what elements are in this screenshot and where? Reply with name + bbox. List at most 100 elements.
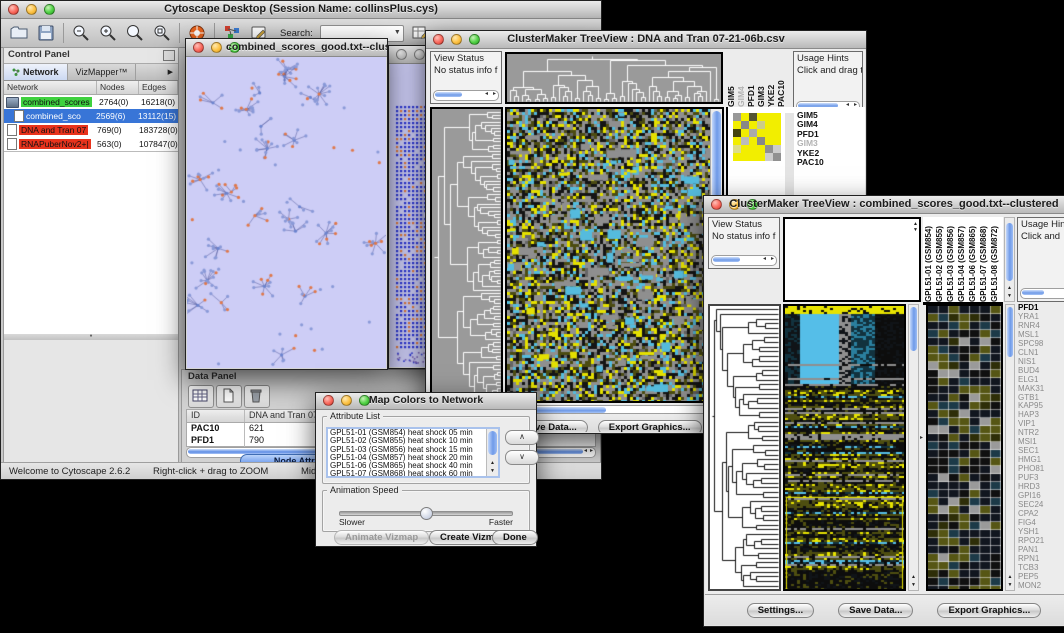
speed-slider[interactable] [339, 511, 513, 516]
network-icon [12, 68, 20, 76]
zoom-in-icon[interactable] [98, 23, 118, 43]
array-label[interactable]: GIM3 [756, 51, 766, 107]
similarity-cell [741, 121, 749, 129]
main-window-title: Cytoscape Desktop (Session Name: collins… [1, 3, 601, 15]
array-label[interactable]: GIM5 [726, 51, 736, 107]
attribute-list-item[interactable]: GPL51-07 (GSM868) heat shock 60 min [328, 470, 498, 478]
panel-hscrollbar[interactable]: ◂▸ [711, 255, 777, 266]
treeview-action-button[interactable]: Save Data... [838, 603, 913, 618]
similarity-cell [733, 137, 741, 145]
titlebar[interactable]: ClusterMaker TreeView : combined_scores_… [704, 196, 1064, 214]
similarity-cell [773, 153, 781, 161]
chevron-down-icon[interactable]: ▼ [394, 29, 401, 36]
list-vscrollbar[interactable]: ▲▼ [486, 429, 498, 476]
splitter-arrow-icon[interactable]: ▸ [920, 434, 923, 441]
zoom-fit-icon[interactable] [152, 23, 172, 43]
array-label[interactable]: PFD1 [746, 51, 756, 107]
close-button[interactable] [396, 49, 407, 60]
tab-network[interactable]: Network [4, 64, 68, 80]
tab-overflow-button[interactable]: ▶ [163, 64, 178, 80]
titlebar[interactable]: ClusterMaker TreeView : DNA and Tran 07-… [426, 31, 866, 49]
tab-vizmapper[interactable]: VizMapper™ [68, 64, 137, 80]
zoom-heatmap-canvas[interactable] [928, 306, 1001, 589]
control-panel-tabs: Network VizMapper™ ▶ [4, 63, 178, 81]
treeview-window-combined: ClusterMaker TreeView : combined_scores_… [703, 195, 1064, 627]
similarity-cell [757, 113, 765, 121]
matrix-scroll-track[interactable] [785, 113, 794, 203]
network-row[interactable]: combined_scores 2764(0) 16218(0) [4, 95, 178, 109]
slider-thumb[interactable] [420, 507, 433, 520]
move-down-button[interactable]: ∨ [505, 450, 539, 465]
close-button[interactable] [193, 42, 204, 53]
done-button[interactable]: Done [492, 530, 538, 545]
treeview-action-button[interactable]: Settings... [747, 603, 814, 618]
gene-label[interactable]: PAC10 [797, 158, 824, 167]
column-dendrogram-pane[interactable] [505, 52, 723, 104]
heatmap-pane[interactable]: ▲▼ [505, 107, 724, 403]
similarity-matrix[interactable] [733, 113, 781, 161]
network-list-blank [4, 151, 178, 334]
animation-speed-group: Animation Speed Slower Faster [322, 490, 530, 532]
label-vscrollbar[interactable]: ▲▼ [1004, 217, 1015, 302]
heatmap-canvas[interactable] [785, 306, 904, 589]
new-attribute-icon[interactable] [216, 385, 242, 408]
select-attributes-icon[interactable] [188, 385, 214, 408]
array-label[interactable]: GPL51-06 (GSM865) [967, 217, 978, 302]
array-label[interactable]: GPL51-08 (GSM872) [989, 217, 1000, 302]
move-up-button[interactable]: ∧ [505, 430, 539, 445]
titlebar[interactable]: combined_scores_good.txt--cluste... [186, 39, 387, 57]
minimize-button[interactable] [414, 49, 425, 60]
similarity-cell [733, 129, 741, 137]
array-label[interactable]: PAC10 [776, 51, 786, 107]
array-label[interactable]: GIM4 [736, 51, 746, 107]
panel-hscrollbar[interactable]: ◂▸ [433, 90, 499, 101]
desktop: { "colors": { "accent_blue": "#3875d7", … [0, 0, 1064, 633]
network-row-selected[interactable]: combined_sco 2569(6) 13112(15) [4, 109, 178, 123]
row-dendrogram-pane[interactable] [430, 107, 503, 403]
gene-label[interactable]: MON2 [1018, 582, 1064, 591]
attribute-list: GPL51-01 (GSM854) heat shock 05 minGPL51… [326, 427, 500, 478]
zoom-vscrollbar[interactable]: ▲▼ [1005, 304, 1015, 591]
array-label[interactable]: GPL51-03 (GSM856) [945, 217, 956, 302]
zoom-out-icon[interactable] [71, 23, 91, 43]
zoom-selected-icon[interactable] [125, 23, 145, 43]
float-panel-icon[interactable] [163, 50, 175, 61]
titlebar[interactable]: Map Colors to Network [316, 393, 536, 410]
array-label[interactable]: GPL51-04 (GSM857) [956, 217, 967, 302]
scroll-arrow-icon[interactable]: ▲▼ [913, 221, 918, 233]
usage-hints-panel: Usage Hints Click and [1017, 217, 1064, 302]
faster-label: Faster [489, 517, 513, 527]
panel-splitter[interactable]: ● [4, 334, 178, 340]
similarity-cell [765, 113, 773, 121]
similarity-cell [773, 137, 781, 145]
network-row[interactable]: RNAPuberNov2+| 563(0) 107847(0) [4, 137, 178, 151]
document-icon [14, 110, 24, 122]
array-label[interactable]: GPL51-01 (GSM854) [923, 217, 934, 302]
row-dendrogram-pane[interactable] [708, 304, 781, 591]
treeview2-title: ClusterMaker TreeView : combined_scores_… [704, 198, 1064, 210]
network-row[interactable]: DNA and Tran 07 769(0) 183728(0) [4, 123, 178, 137]
array-label[interactable]: GPL51-07 (GSM868) [978, 217, 989, 302]
column-dendrogram-pane[interactable]: ▲▼ [783, 217, 921, 302]
panel-hscrollbar[interactable] [1020, 288, 1064, 299]
similarity-cell [749, 121, 757, 129]
zoom-heatmap-pane[interactable] [926, 304, 1003, 591]
heatmap-pane[interactable] [783, 304, 906, 591]
array-label[interactable]: GPL51-02 (GSM855) [934, 217, 945, 302]
network-canvas[interactable] [187, 57, 386, 368]
array-label[interactable]: YKE2 [766, 51, 776, 107]
view-status-panel: View Status No status info f ◂▸ [708, 217, 780, 269]
similarity-cell [773, 113, 781, 121]
save-icon[interactable] [36, 23, 56, 43]
open-folder-icon[interactable] [9, 23, 29, 43]
treeview-action-button[interactable]: Export Graphics... [937, 603, 1041, 618]
main-titlebar[interactable]: Cytoscape Desktop (Session Name: collins… [1, 1, 601, 19]
animate-vizmap-button[interactable]: Animate Vizmap [334, 530, 429, 545]
similarity-cell [733, 113, 741, 121]
treeview-action-button[interactable]: Export Graphics... [598, 420, 702, 432]
toolbar-separator [63, 23, 64, 43]
delete-attribute-icon[interactable] [244, 385, 270, 408]
minimize-button[interactable] [211, 42, 222, 53]
heatmap-canvas[interactable] [507, 109, 710, 401]
heatmap-vscrollbar[interactable]: ▲▼ [908, 304, 919, 591]
